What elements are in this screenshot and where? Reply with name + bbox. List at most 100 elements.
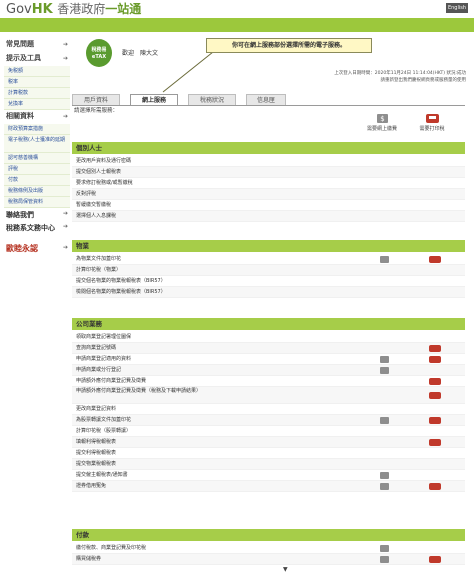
car-icon[interactable] <box>429 378 441 385</box>
dollar-icon[interactable] <box>380 472 389 479</box>
service-row-label[interactable]: 要求修訂稅務或/或暫繳稅 <box>76 180 133 186</box>
dollar-icon[interactable] <box>380 556 389 563</box>
legend-online-payment-label: 需要網上繳費 <box>366 126 397 132</box>
arrow-right-icon: ➔ <box>62 244 68 251</box>
service-row-label[interactable]: 為股票轉讓文件加蓋印花 <box>76 417 131 423</box>
car-icon[interactable] <box>429 483 441 490</box>
service-row[interactable]: 提交僱主報稅表/通知書 <box>72 470 465 481</box>
service-row[interactable]: 更改用戶資料及通行密碼 <box>72 156 465 167</box>
service-row-label[interactable]: 計算印花稅（物業） <box>76 267 121 273</box>
sidebar-item[interactable]: 稅務條例及出版 <box>4 186 70 197</box>
service-row[interactable]: 繳付稅款、商業登記費及印花稅 <box>72 543 465 554</box>
service-row-label[interactable]: 為物業文件加蓋印花 <box>76 256 121 262</box>
service-row[interactable]: 證券借用冤免 <box>72 481 465 492</box>
sidebar-related[interactable]: 相關資料 ➔ <box>4 110 70 124</box>
sidebar-item[interactable]: 認可慈善機構 <box>4 153 70 164</box>
service-row[interactable]: 計算印花稅（物業） <box>72 265 465 276</box>
dollar-icon[interactable] <box>380 256 389 263</box>
sidebar-handwritten-link[interactable]: 歐睦永認 ➔ <box>4 241 70 255</box>
last-login-note: 請重新登出我們慶祝網頁務或服務量的使用 <box>380 78 467 83</box>
dollar-icon[interactable] <box>380 367 389 374</box>
service-row-label[interactable]: 繳付稅款、商業登記費及印花稅 <box>76 545 146 551</box>
sidebar-service-centre[interactable]: 稅務系文務中心 ➔ <box>4 221 70 241</box>
service-row-label[interactable]: 提交利得稅報稅表 <box>76 450 116 456</box>
service-row-label[interactable]: 反對評稅 <box>76 191 96 197</box>
service-row-label[interactable]: 檢閱個名物業的物業稅報稅表（BIR57） <box>76 289 166 295</box>
service-row[interactable]: 申請額外應付商業登記費及徵費（稅務及下載申請結果） <box>72 387 465 404</box>
service-row-label[interactable]: 證券借用冤免 <box>76 483 106 489</box>
service-row[interactable]: 要求修訂稅務或/或暫繳稅 <box>72 178 465 189</box>
dollar-icon[interactable] <box>380 356 389 363</box>
sidebar-handwritten-label: 歐睦永認 <box>6 244 38 253</box>
service-row[interactable]: 申請商業或分行登記 <box>72 365 465 376</box>
legend-online-payment: $ 需要網上繳費 <box>362 114 402 132</box>
sidebar-item[interactable]: 評稅 <box>4 164 70 175</box>
car-icon[interactable] <box>429 417 441 424</box>
service-row-label[interactable]: 領取商業登記署理位圖保 <box>76 334 131 340</box>
service-row[interactable]: 計算印花稅（股票轉讓） <box>72 426 465 437</box>
service-row[interactable]: 申請額外應付商業登記費及徵費 <box>72 376 465 387</box>
sidebar-item[interactable]: 税率 <box>4 77 70 88</box>
service-row-label[interactable]: 提交僱主報稅表/通知書 <box>76 472 128 478</box>
service-row[interactable]: 檢閱個名物業的物業稅報稅表（BIR57） <box>72 287 465 298</box>
service-row[interactable]: 申請商業登記適用的資料 <box>72 354 465 365</box>
service-row[interactable]: 提交個別人士報稅表 <box>72 167 465 178</box>
service-row-label[interactable]: 計算印花稅（股票轉讓） <box>76 428 131 434</box>
service-row[interactable]: 填報利得稅報稅表 <box>72 437 465 448</box>
sidebar-contact[interactable]: 聯絡我們 ➔ <box>4 208 70 221</box>
language-button[interactable]: English <box>446 3 468 13</box>
service-row[interactable]: 更改商業登記資料 <box>72 404 465 415</box>
service-row-label[interactable]: 選擇個人入息課稅 <box>76 213 116 219</box>
govhk-logo[interactable]: GovHK 香港政府一站通 <box>6 0 141 17</box>
sidebar-item[interactable]: 財政預算案措施 <box>4 124 70 135</box>
arrow-right-icon: ➔ <box>62 55 68 62</box>
sidebar-faq[interactable]: 常見問題 ➔ <box>4 38 70 52</box>
service-row[interactable]: 提交利得稅報稅表 <box>72 448 465 459</box>
service-row[interactable]: 提交物業稅報稅表 <box>72 459 465 470</box>
dollar-icon[interactable] <box>380 483 389 490</box>
service-row-label[interactable]: 申請額外應付商業登記費及徵費 <box>76 378 146 384</box>
last-login-value: 2020年11月24日 11:14:04(HKT) 狀況:成功 <box>374 71 466 76</box>
service-row-label[interactable]: 申請商業或分行登記 <box>76 367 121 373</box>
service-row-label[interactable]: 提交個別人士報稅表 <box>76 169 121 175</box>
etax-badge-en: eTAX <box>91 54 107 60</box>
service-row[interactable]: 為股票轉讓文件加蓋印花 <box>72 415 465 426</box>
service-row-label[interactable]: 購買儲稅券 <box>76 556 101 562</box>
dollar-icon[interactable] <box>380 417 389 424</box>
service-row[interactable]: 提交個名物業的物業稅報稅表（BIR57） <box>72 276 465 287</box>
car-icon[interactable] <box>429 556 441 563</box>
sidebar-tools[interactable]: 提示及工具 ➔ <box>4 52 70 66</box>
car-icon[interactable] <box>429 256 441 263</box>
service-row[interactable]: 反對評稅 <box>72 189 465 200</box>
service-row-label[interactable]: 提交物業稅報稅表 <box>76 461 116 467</box>
tab-underline <box>72 105 465 106</box>
service-row[interactable]: 選擇個人入息課稅 <box>72 211 465 222</box>
service-row[interactable]: 為物業文件加蓋印花 <box>72 254 465 265</box>
sidebar-item[interactable]: 稅務局保管資料 <box>4 197 70 208</box>
service-row-label[interactable]: 申請商業登記適用的資料 <box>76 356 131 362</box>
service-row-label[interactable]: 更改商業登記資料 <box>76 406 116 412</box>
service-row[interactable]: 購買儲稅券 <box>72 554 465 565</box>
service-row-label[interactable]: 填報利得稅報稅表 <box>76 439 116 445</box>
service-row-label[interactable]: 提交個名物業的物業稅報稅表（BIR57） <box>76 278 166 284</box>
car-icon <box>425 114 439 123</box>
service-row-label[interactable]: 暫緩繳交暫繳稅 <box>76 202 111 208</box>
dollar-icon[interactable] <box>380 545 389 552</box>
service-row[interactable]: 領取商業登記署理位圖保 <box>72 332 465 343</box>
service-row-label[interactable]: 查詢商業登記號碼 <box>76 345 116 351</box>
car-icon[interactable] <box>429 439 441 446</box>
scroll-down-icon[interactable]: ▼ <box>283 566 288 573</box>
car-icon[interactable] <box>429 345 441 352</box>
car-icon[interactable] <box>429 356 441 363</box>
sidebar-item[interactable]: 電子稅務(人士獲准的延期 <box>4 135 70 153</box>
sidebar-item[interactable]: 免税額 <box>4 66 70 77</box>
car-icon[interactable] <box>429 392 441 399</box>
sidebar-item[interactable]: 付款 <box>4 175 70 186</box>
service-row[interactable]: 暫緩繳交暫繳稅 <box>72 200 465 211</box>
sidebar-item[interactable]: 兌換率 <box>4 99 70 110</box>
sidebar-item[interactable]: 計算税款 <box>4 88 70 99</box>
section-header: 個別人士 <box>72 142 465 154</box>
service-row-label[interactable]: 申請額外應付商業登記費及徵費（稅務及下載申請結果） <box>76 388 226 395</box>
service-row[interactable]: 查詢商業登記號碼 <box>72 343 465 354</box>
service-row-label[interactable]: 更改用戶資料及通行密碼 <box>76 158 131 164</box>
